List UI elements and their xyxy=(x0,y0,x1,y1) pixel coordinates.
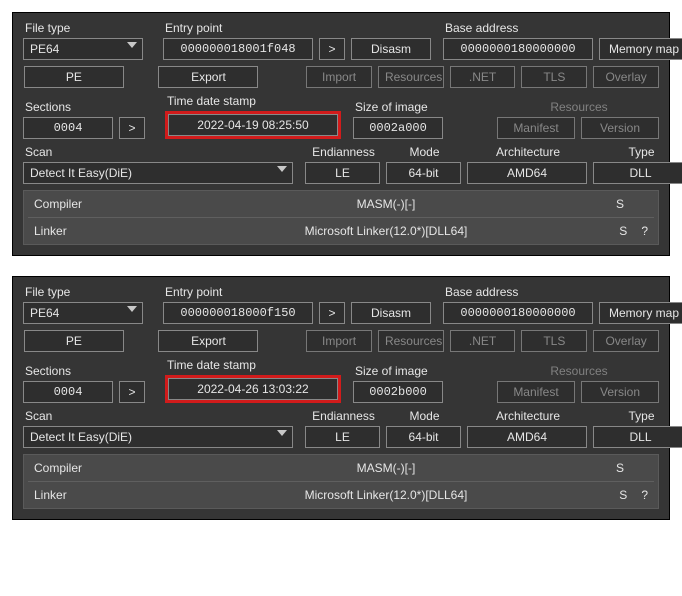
time-date-stamp-label: Time date stamp xyxy=(165,94,341,108)
flag-s[interactable]: S xyxy=(619,488,627,502)
detection-row: Linker Microsoft Linker(12.0*)[DLL64] S? xyxy=(24,482,658,508)
pe-button[interactable]: PE xyxy=(24,66,124,88)
flag-s[interactable]: S xyxy=(616,461,624,475)
entry-point-label: Entry point xyxy=(163,285,431,299)
endianness-value: LE xyxy=(305,162,380,184)
scan-select[interactable]: Detect It Easy(DiE) xyxy=(23,426,293,448)
detection-row: Linker Microsoft Linker(12.0*)[DLL64] S? xyxy=(24,218,658,244)
version-button[interactable]: Version xyxy=(581,117,659,139)
entry-point-value: 000000018000f150 xyxy=(163,302,313,324)
architecture-label: Architecture xyxy=(467,409,587,423)
file-type-label: File type xyxy=(23,285,143,299)
mode-value: 64-bit xyxy=(386,162,461,184)
dotnet-button[interactable]: .NET xyxy=(450,330,516,352)
base-address-label: Base address xyxy=(443,21,682,35)
detection-kind: Compiler xyxy=(34,461,184,475)
mode-label: Mode xyxy=(386,409,461,423)
endianness-value: LE xyxy=(305,426,380,448)
base-address-value: 0000000180000000 xyxy=(443,38,593,60)
sections-value: 0004 xyxy=(23,381,113,403)
sections-label: Sections xyxy=(23,100,145,114)
overlay-button[interactable]: Overlay xyxy=(593,330,659,352)
architecture-value: AMD64 xyxy=(467,426,587,448)
overlay-button[interactable]: Overlay xyxy=(593,66,659,88)
flag-s[interactable]: S xyxy=(619,224,627,238)
detection-value: Microsoft Linker(12.0*)[DLL64] xyxy=(184,224,588,238)
tls-button[interactable]: TLS xyxy=(521,330,587,352)
size-of-image-value: 0002b000 xyxy=(353,381,443,403)
time-date-stamp-highlight: 2022-04-26 13:03:22 xyxy=(165,375,341,403)
import-button[interactable]: Import xyxy=(306,330,372,352)
disasm-button[interactable]: Disasm xyxy=(351,302,431,324)
detection-value: Microsoft Linker(12.0*)[DLL64] xyxy=(184,488,588,502)
entry-point-goto-button[interactable]: > xyxy=(319,38,345,60)
memory-map-button[interactable]: Memory map xyxy=(599,38,682,60)
detection-kind: Linker xyxy=(34,224,184,238)
size-of-image-label: Size of image xyxy=(353,100,443,114)
memory-map-button[interactable]: Memory map xyxy=(599,302,682,324)
import-button[interactable]: Import xyxy=(306,66,372,88)
sections-goto-button[interactable]: > xyxy=(119,381,145,403)
type-label: Type xyxy=(593,145,682,159)
version-button[interactable]: Version xyxy=(581,381,659,403)
mode-value: 64-bit xyxy=(386,426,461,448)
flag-s[interactable]: S xyxy=(616,197,624,211)
manifest-button[interactable]: Manifest xyxy=(497,117,575,139)
detection-info: Compiler MASM(-)[-] S Linker Microsoft L… xyxy=(23,190,659,245)
detection-row: Compiler MASM(-)[-] S xyxy=(24,191,658,217)
time-date-stamp-highlight: 2022-04-19 08:25:50 xyxy=(165,111,341,139)
mode-label: Mode xyxy=(386,145,461,159)
entry-point-goto-button[interactable]: > xyxy=(319,302,345,324)
architecture-label: Architecture xyxy=(467,145,587,159)
file-type-select[interactable]: PE64 xyxy=(23,302,143,324)
detection-value: MASM(-)[-] xyxy=(184,197,588,211)
base-address-value: 0000000180000000 xyxy=(443,302,593,324)
architecture-value: AMD64 xyxy=(467,162,587,184)
size-of-image-value: 0002a000 xyxy=(353,117,443,139)
time-date-stamp-value: 2022-04-19 08:25:50 xyxy=(168,114,338,136)
pe-button[interactable]: PE xyxy=(24,330,124,352)
sections-label: Sections xyxy=(23,364,145,378)
file-type-label: File type xyxy=(23,21,143,35)
time-date-stamp-value: 2022-04-26 13:03:22 xyxy=(168,378,338,400)
base-address-label: Base address xyxy=(443,285,682,299)
scan-label: Scan xyxy=(23,145,293,159)
detection-kind: Compiler xyxy=(34,197,184,211)
sections-goto-button[interactable]: > xyxy=(119,117,145,139)
type-value: DLL xyxy=(593,162,682,184)
resources-group-label: Resources xyxy=(548,364,607,378)
resources-group-label: Resources xyxy=(548,100,607,114)
endianness-label: Endianness xyxy=(305,145,380,159)
entry-point-label: Entry point xyxy=(163,21,431,35)
resources-button[interactable]: Resources xyxy=(378,66,444,88)
endianness-label: Endianness xyxy=(305,409,380,423)
export-button[interactable]: Export xyxy=(158,330,258,352)
scan-label: Scan xyxy=(23,409,293,423)
type-value: DLL xyxy=(593,426,682,448)
pe-info-panel: File type PE64 Entry point 000000018001f… xyxy=(12,12,670,256)
detection-kind: Linker xyxy=(34,488,184,502)
detection-info: Compiler MASM(-)[-] S Linker Microsoft L… xyxy=(23,454,659,509)
file-type-select[interactable]: PE64 xyxy=(23,38,143,60)
detection-value: MASM(-)[-] xyxy=(184,461,588,475)
flag-question[interactable]: ? xyxy=(641,488,648,502)
pe-info-panel: File type PE64 Entry point 000000018000f… xyxy=(12,276,670,520)
size-of-image-label: Size of image xyxy=(353,364,443,378)
manifest-button[interactable]: Manifest xyxy=(497,381,575,403)
sections-value: 0004 xyxy=(23,117,113,139)
time-date-stamp-label: Time date stamp xyxy=(165,358,341,372)
entry-point-value: 000000018001f048 xyxy=(163,38,313,60)
export-button[interactable]: Export xyxy=(158,66,258,88)
disasm-button[interactable]: Disasm xyxy=(351,38,431,60)
dotnet-button[interactable]: .NET xyxy=(450,66,516,88)
flag-question[interactable]: ? xyxy=(641,224,648,238)
tls-button[interactable]: TLS xyxy=(521,66,587,88)
resources-button[interactable]: Resources xyxy=(378,330,444,352)
scan-select[interactable]: Detect It Easy(DiE) xyxy=(23,162,293,184)
detection-row: Compiler MASM(-)[-] S xyxy=(24,455,658,481)
type-label: Type xyxy=(593,409,682,423)
